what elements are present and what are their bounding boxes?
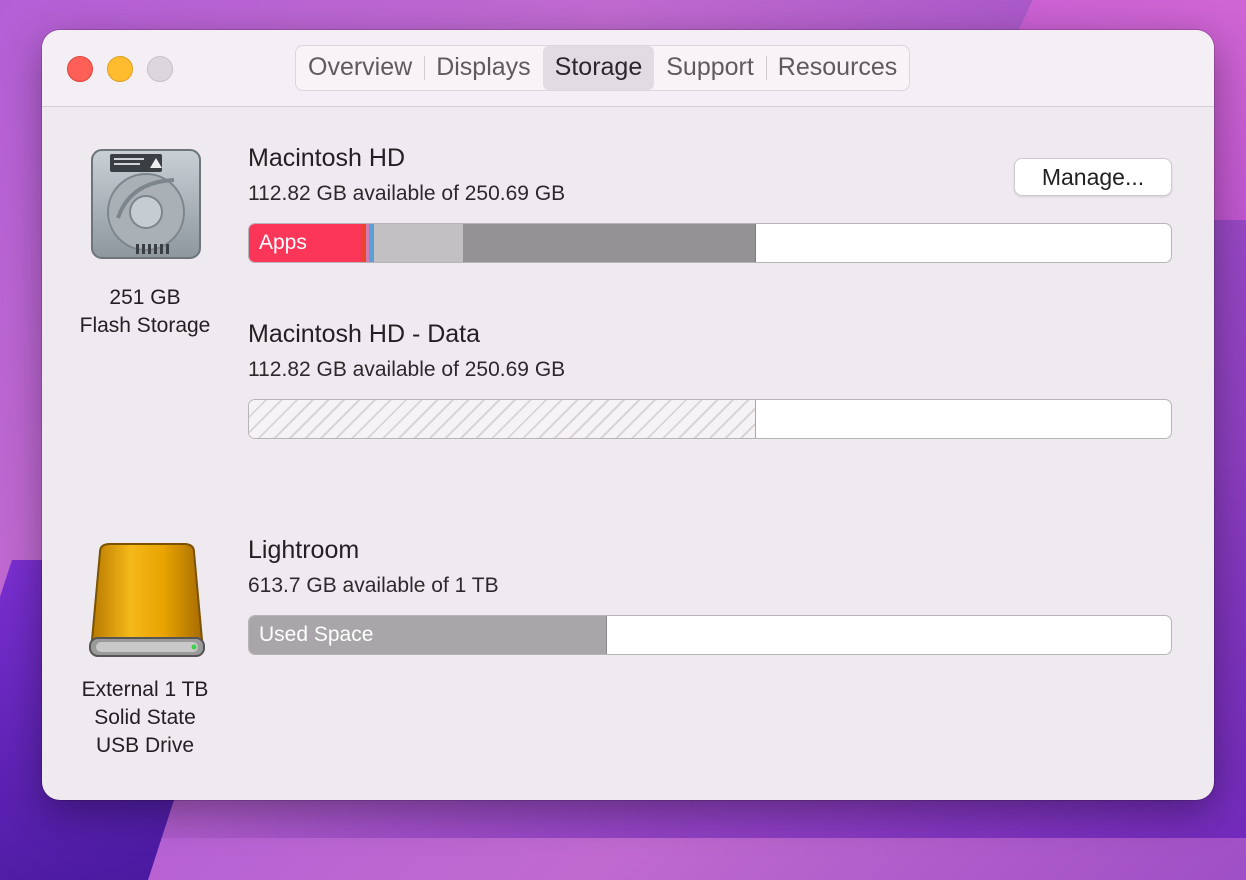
manage-button[interactable]: Manage... (1014, 158, 1172, 196)
external-drive-line2: Solid State (94, 706, 196, 729)
zoom-button[interactable] (147, 56, 173, 82)
tab-storage[interactable]: Storage (542, 46, 655, 90)
segment-light-gray[interactable] (374, 224, 463, 262)
segment-used-space[interactable]: Used Space (249, 616, 607, 654)
external-drive-line1: External 1 TB (81, 678, 209, 701)
tab-bar: Overview Displays Storage Support Resour… (295, 45, 911, 91)
hard-drive-icon (91, 149, 201, 259)
segment-dark-gray[interactable] (463, 224, 756, 262)
external-drive-label: External 1 TB Solid State USB Drive (45, 676, 245, 760)
tab-overview[interactable]: Overview (296, 46, 424, 90)
volume-availability-macintosh-hd: 112.82 GB available of 250.69 GB (248, 182, 566, 205)
tab-support[interactable]: Support (654, 46, 766, 90)
tab-resources[interactable]: Resources (765, 46, 910, 90)
segment-hatched-used[interactable] (249, 400, 756, 438)
volume-availability-data: 112.82 GB available of 250.69 GB (248, 358, 566, 381)
storage-bar-lightroom: Used Space (248, 615, 1172, 655)
internal-drive-label: 251 GB Flash Storage (45, 284, 245, 340)
external-drive-line3: USB Drive (95, 734, 195, 757)
volume-name-lightroom: Lightroom (248, 536, 360, 564)
storage-bar-macintosh-hd: Apps (248, 223, 1172, 263)
segment-used-space-label: Used Space (259, 623, 374, 646)
volume-name-data: Macintosh HD - Data (248, 320, 481, 348)
minimize-button[interactable] (107, 56, 133, 82)
close-button[interactable] (67, 56, 93, 82)
storage-bar-data (248, 399, 1172, 439)
segment-apps-label: Apps (259, 231, 307, 254)
system-info-window: Overview Displays Storage Support Resour… (42, 30, 1214, 800)
volume-name-macintosh-hd: Macintosh HD (248, 144, 405, 172)
segment-apps[interactable]: Apps (249, 224, 361, 262)
title-bar: Overview Displays Storage Support Resour… (42, 30, 1214, 107)
internal-drive-capacity: 251 GB (109, 286, 181, 309)
external-drive-icon (89, 543, 205, 657)
tab-displays[interactable]: Displays (424, 46, 542, 90)
internal-drive-type: Flash Storage (79, 314, 211, 337)
volume-availability-lightroom: 613.7 GB available of 1 TB (248, 574, 499, 597)
